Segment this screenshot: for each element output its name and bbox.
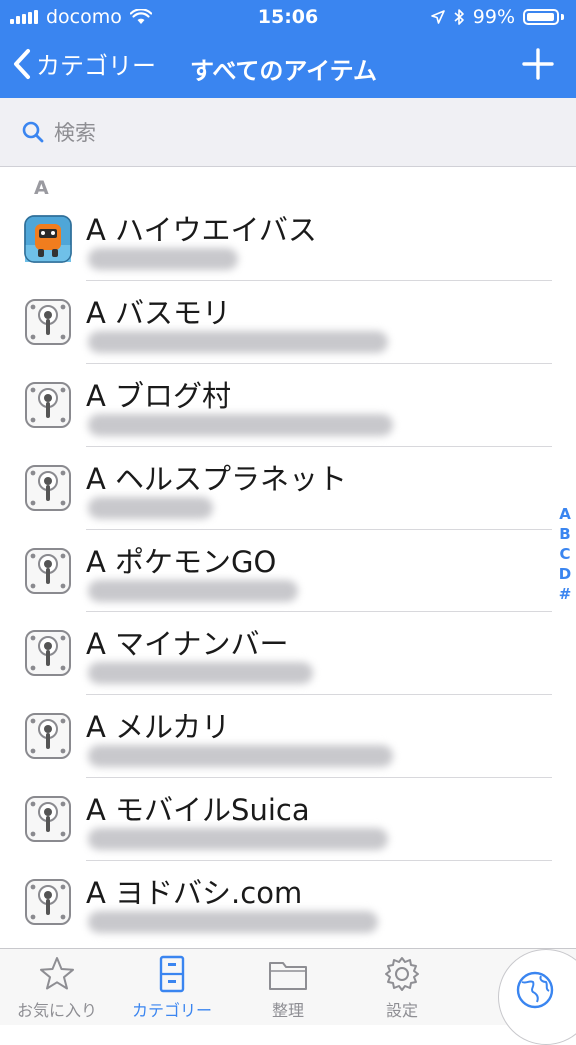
item-title: A ハイウエイバス bbox=[86, 213, 317, 247]
item-title: A マイナンバー bbox=[86, 627, 289, 662]
list-item[interactable]: A ポケモンGO bbox=[0, 530, 576, 613]
list-item[interactable]: A ハイウエイバス bbox=[0, 198, 576, 281]
battery-cap bbox=[561, 14, 564, 20]
item-subtitle-blurred bbox=[88, 911, 378, 934]
list-item[interactable]: A ヨドバシ.com bbox=[0, 861, 576, 944]
keyhole-lock-icon bbox=[25, 298, 71, 345]
item-subtitle-blurred bbox=[88, 828, 388, 851]
search-placeholder: 検索 bbox=[54, 121, 96, 145]
globe-icon bbox=[516, 971, 554, 1009]
item-subtitle-blurred bbox=[88, 662, 313, 685]
section-index: A B C D # bbox=[556, 504, 574, 604]
tab-categories[interactable]: カテゴリー bbox=[117, 955, 227, 1021]
keyhole-lock-icon bbox=[25, 630, 71, 677]
section-header: A bbox=[34, 177, 49, 199]
list-item[interactable]: A モバイルSuica bbox=[0, 778, 576, 862]
battery-icon bbox=[523, 9, 559, 25]
item-title: A モバイルSuica bbox=[86, 793, 310, 828]
item-subtitle-blurred bbox=[88, 413, 393, 436]
item-subtitle-blurred bbox=[88, 579, 298, 602]
index-letter-hash[interactable]: # bbox=[559, 584, 572, 604]
tab-favorites[interactable]: お気に入り bbox=[2, 955, 112, 1021]
tab-organize[interactable]: 整理 bbox=[233, 955, 343, 1021]
tab-settings[interactable]: 設定 bbox=[347, 955, 457, 1021]
keyhole-lock-icon bbox=[25, 796, 71, 843]
index-letter-b[interactable]: B bbox=[559, 524, 570, 544]
item-title: A バスモリ bbox=[86, 295, 232, 330]
search-input[interactable]: 検索 bbox=[14, 110, 562, 154]
keyhole-lock-icon bbox=[25, 713, 71, 760]
chevron-left-icon bbox=[14, 48, 30, 79]
page-title: すべてのアイテム bbox=[190, 57, 377, 85]
bluetooth-icon bbox=[454, 9, 464, 25]
tab-settings-label: 設定 bbox=[385, 1001, 418, 1020]
item-title: A ヨドバシ.com bbox=[86, 876, 303, 911]
back-button-label: カテゴリー bbox=[36, 52, 156, 80]
back-button[interactable]: カテゴリー bbox=[12, 46, 156, 81]
star-icon bbox=[40, 957, 74, 990]
location-arrow-icon bbox=[430, 10, 445, 24]
item-subtitle-blurred bbox=[88, 330, 388, 353]
keyhole-lock-icon bbox=[25, 547, 71, 594]
gear-icon bbox=[385, 957, 419, 991]
tab-categories-label: カテゴリー bbox=[131, 1001, 212, 1020]
tab-bar: お気に入り カテゴリー 整理 設定 bbox=[0, 948, 576, 1045]
status-right: 99% bbox=[430, 6, 564, 28]
keyhole-lock-icon bbox=[25, 464, 71, 511]
search-icon bbox=[22, 121, 44, 143]
list-item[interactable]: A バスモリ bbox=[0, 281, 576, 364]
tab-organize-label: 整理 bbox=[271, 1001, 304, 1020]
folder-icon bbox=[269, 962, 307, 990]
item-list: A ハイウエイバス A バスモリ A ブログ村 A ヘルスプラネット A ポケモ… bbox=[0, 198, 576, 944]
item-title: A ブログ村 bbox=[86, 378, 232, 413]
keyhole-lock-icon bbox=[25, 879, 71, 926]
item-subtitle-blurred bbox=[88, 248, 238, 270]
list-item[interactable]: A メルカリ bbox=[0, 695, 576, 779]
item-subtitle-blurred bbox=[88, 745, 393, 768]
keyhole-lock-icon bbox=[25, 381, 71, 428]
battery-percent: 99% bbox=[472, 6, 515, 28]
index-letter-d[interactable]: D bbox=[559, 564, 571, 584]
index-letter-c[interactable]: C bbox=[559, 544, 570, 564]
status-bar: docomo 15:06 99% bbox=[0, 0, 576, 34]
globe-button[interactable] bbox=[498, 949, 576, 1045]
list-item[interactable]: A ヘルスプラネット bbox=[0, 447, 576, 530]
search-bar: 検索 bbox=[0, 98, 576, 167]
index-letter-a[interactable]: A bbox=[559, 504, 571, 524]
add-icon[interactable] bbox=[520, 46, 556, 82]
item-title: A ポケモンGO bbox=[86, 544, 277, 579]
bus-app-icon bbox=[24, 215, 72, 263]
list-item[interactable]: A ブログ村 bbox=[0, 364, 576, 447]
tab-favorites-label: お気に入り bbox=[16, 1001, 97, 1020]
list-item[interactable]: A マイナンバー bbox=[0, 612, 576, 696]
item-title: A ヘルスプラネット bbox=[86, 461, 348, 496]
navigation-bar: カテゴリー すべてのアイテム bbox=[0, 34, 576, 98]
item-subtitle-blurred bbox=[88, 496, 213, 519]
item-title: A メルカリ bbox=[86, 710, 231, 745]
cabinet-icon bbox=[159, 955, 185, 993]
